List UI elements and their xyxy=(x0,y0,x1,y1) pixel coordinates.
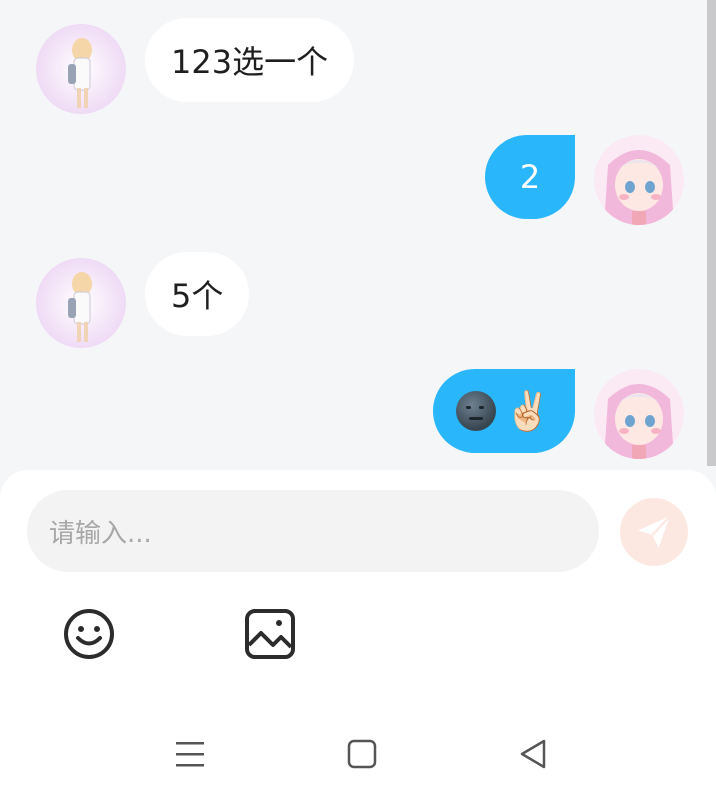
home-button[interactable] xyxy=(344,736,380,772)
emoji-button[interactable] xyxy=(62,607,116,661)
message-text: 123选一个 xyxy=(171,43,329,81)
message-row: ✌🏻 xyxy=(0,369,716,459)
victory-hand-emoji: ✌🏻 xyxy=(504,388,552,433)
message-text: 2 xyxy=(519,158,541,196)
menu-button[interactable] xyxy=(172,736,208,772)
contact-avatar[interactable] xyxy=(36,258,126,348)
message-row: 2 xyxy=(0,135,716,225)
image-icon xyxy=(245,609,295,659)
new-moon-face-emoji xyxy=(456,391,497,431)
user-avatar[interactable] xyxy=(594,369,684,459)
incoming-message-bubble[interactable]: 123选一个 xyxy=(145,18,355,102)
message-text: 5个 xyxy=(171,277,224,315)
send-icon xyxy=(638,515,671,548)
outgoing-message-bubble[interactable]: 2 xyxy=(485,135,575,219)
image-button[interactable] xyxy=(243,607,297,661)
back-button[interactable] xyxy=(516,736,552,772)
message-row: 5个 xyxy=(0,252,716,348)
user-avatar[interactable] xyxy=(594,135,684,225)
message-input[interactable]: 请输入... xyxy=(27,490,599,572)
menu-icon xyxy=(176,742,204,767)
chat-area[interactable]: 123选一个 2 5个 ✌🏻 xyxy=(0,0,716,480)
outgoing-message-bubble[interactable]: ✌🏻 xyxy=(433,369,575,453)
back-triangle-icon xyxy=(520,739,546,769)
input-placeholder: 请输入... xyxy=(49,518,152,549)
emoji-face-icon xyxy=(64,609,114,659)
system-nav-bar xyxy=(0,700,716,804)
home-square-icon xyxy=(347,739,377,769)
contact-avatar[interactable] xyxy=(36,24,126,114)
message-row: 123选一个 xyxy=(0,18,716,114)
send-button[interactable] xyxy=(620,498,688,566)
incoming-message-bubble[interactable]: 5个 xyxy=(145,252,250,336)
